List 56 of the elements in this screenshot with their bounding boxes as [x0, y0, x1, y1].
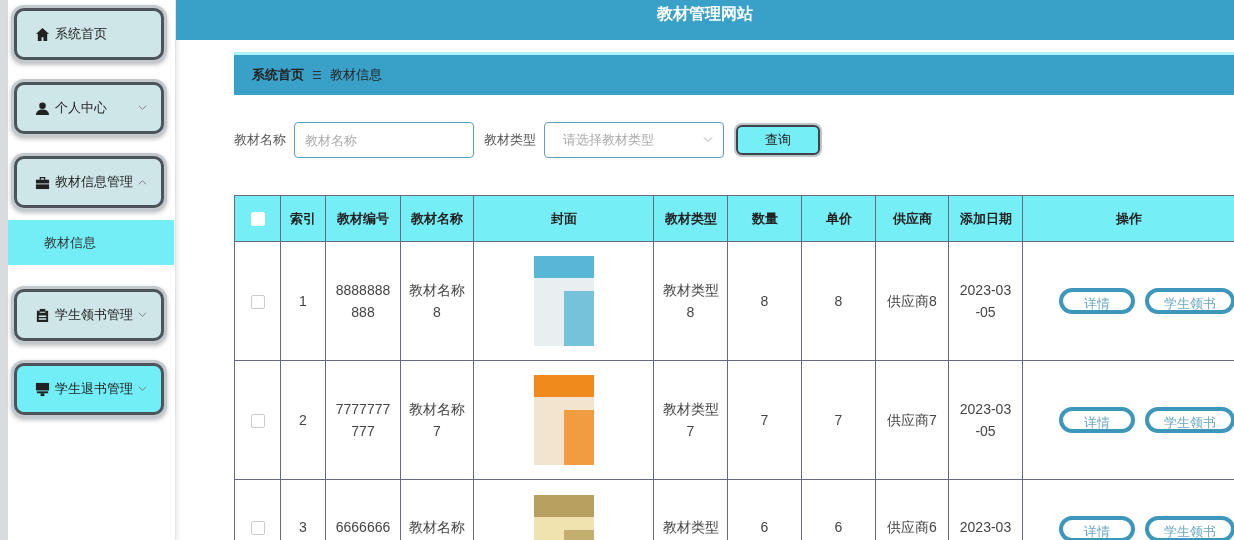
- sidebar-menu-item[interactable]: 系统首页: [14, 8, 164, 60]
- table-cell: 教材类型8: [653, 241, 728, 361]
- sidebar-menu-item[interactable]: 学生领书管理: [14, 289, 164, 341]
- column-header: 索引: [280, 195, 326, 242]
- chevron-icon: [703, 137, 713, 143]
- table-cell: 8888888888: [325, 241, 401, 361]
- table-cell: 教材名称8: [400, 241, 474, 361]
- table-cell: 8: [801, 241, 876, 361]
- table-cell: 2: [280, 360, 326, 480]
- table-cell: 供应商8: [875, 241, 949, 361]
- receive-book-button[interactable]: 学生领书: [1144, 288, 1234, 314]
- column-header: 供应商: [875, 195, 949, 242]
- details-button[interactable]: 详情: [1058, 288, 1135, 314]
- table-cell: 供应商7: [875, 360, 949, 480]
- stamp-icon: [35, 381, 50, 397]
- column-header: 封面: [473, 195, 654, 242]
- row-checkbox[interactable]: [250, 295, 265, 310]
- row-checkbox[interactable]: [250, 414, 265, 429]
- details-button[interactable]: 详情: [1058, 407, 1135, 433]
- breadcrumb-separator: ☰: [312, 68, 322, 82]
- column-header: 教材类型: [653, 195, 728, 242]
- sidebar-submenu-item[interactable]: 教材信息: [8, 220, 174, 265]
- clipboard-icon: [35, 307, 50, 323]
- site-title: 教材管理网站: [657, 3, 753, 24]
- briefcase-icon: [35, 174, 50, 190]
- column-header: 教材编号: [325, 195, 401, 242]
- column-header: 教材名称: [400, 195, 474, 242]
- sidebar-menu-item[interactable]: 个人中心: [14, 82, 164, 134]
- table-cell: 2023-03-05: [948, 360, 1023, 480]
- table-cell: 教材类型7: [653, 360, 728, 480]
- sidebar-menu-item[interactable]: 教材信息管理: [14, 156, 164, 208]
- table-cell: 8: [727, 241, 802, 361]
- select-all-checkbox[interactable]: [250, 212, 265, 227]
- field-label: 教材类型: [484, 131, 536, 149]
- receive-book-button[interactable]: 学生领书: [1144, 516, 1234, 540]
- column-header: 数量: [727, 195, 802, 242]
- column-header: 操作: [1022, 195, 1234, 242]
- table-cell: 7: [801, 360, 876, 480]
- breadcrumb-current: 教材信息: [329, 66, 382, 84]
- details-button[interactable]: 详情: [1058, 516, 1135, 540]
- receive-book-button[interactable]: 学生领书: [1144, 407, 1234, 433]
- table-cell: 7: [727, 360, 802, 480]
- table-cell: 2023-03-05: [948, 241, 1023, 361]
- table-cell: 1: [280, 241, 326, 361]
- sidebar-menu-item[interactable]: 学生退书管理: [14, 363, 164, 415]
- name-input-field[interactable]: 教材名称: [294, 122, 474, 158]
- table-cell: 教材名称7: [400, 360, 474, 480]
- search-button[interactable]: 查询: [736, 125, 820, 155]
- breadcrumb-link[interactable]: 系统首页: [252, 66, 304, 84]
- table-cell: 7777777777: [325, 360, 401, 480]
- column-header: 添加日期: [948, 195, 1023, 242]
- field-label: 教材名称: [234, 131, 286, 149]
- home-icon: [35, 26, 50, 42]
- row-checkbox[interactable]: [250, 521, 265, 536]
- column-header: 单价: [801, 195, 876, 242]
- person-icon: [35, 100, 50, 116]
